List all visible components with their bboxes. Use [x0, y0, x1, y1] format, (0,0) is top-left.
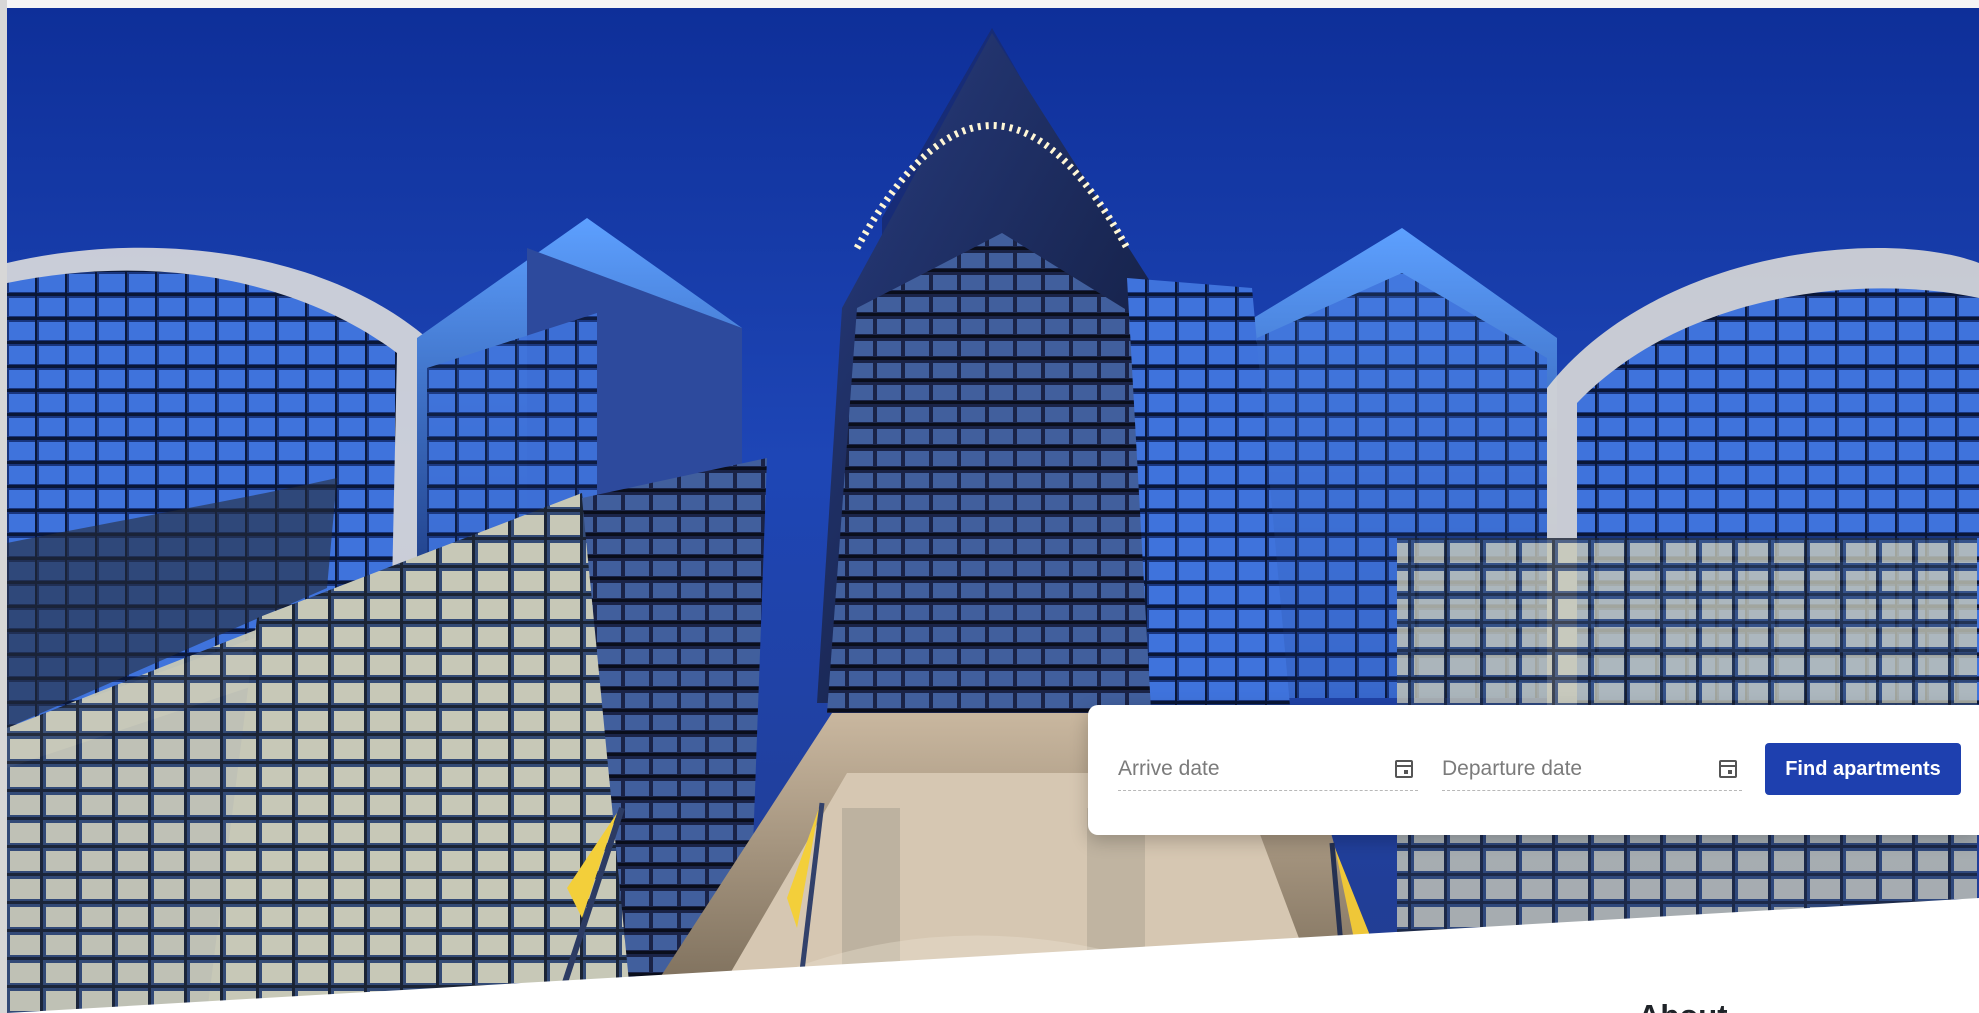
calendar-icon[interactable] [1395, 759, 1413, 778]
find-apartments-button[interactable]: Find apartments [1765, 743, 1961, 795]
booking-search-card: Arrive date Departure date Find apartmen… [1088, 705, 1979, 835]
arrive-date-placeholder: Arrive date [1118, 756, 1220, 780]
arrive-date-field[interactable]: Arrive date [1118, 747, 1418, 791]
city-skyline-illustration [7, 8, 1979, 1013]
hero-image [7, 8, 1979, 1013]
page: Arrive date Departure date Find apartmen… [0, 0, 1979, 1013]
departure-date-placeholder: Departure date [1442, 756, 1583, 780]
departure-date-field[interactable]: Departure date [1442, 747, 1742, 791]
calendar-icon[interactable] [1719, 759, 1737, 778]
left-border [0, 0, 7, 1013]
about-heading: About [1638, 998, 1728, 1013]
